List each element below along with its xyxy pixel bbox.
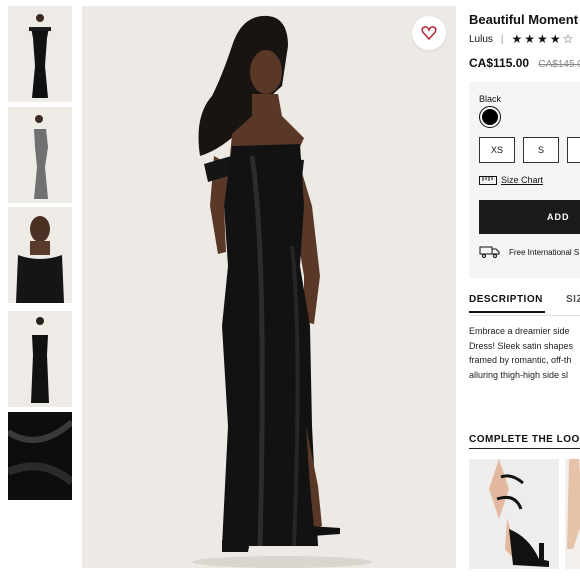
product-title: Beautiful Moment [469, 12, 579, 27]
size-button-xs[interactable]: XS [479, 137, 515, 163]
main-product-image [82, 6, 456, 568]
product-description: Embrace a dreamier side Dress! Sleek sat… [469, 324, 580, 382]
current-price: CA$115.00 [469, 56, 530, 70]
info-tabs: DESCRIPTION SIZ [469, 294, 580, 316]
thumbnail-image [8, 311, 72, 407]
description-line: framed by romantic, off-th [469, 355, 572, 365]
ruler-icon [479, 175, 497, 185]
thumbnail-back-view[interactable] [8, 311, 72, 407]
truck-icon [479, 246, 500, 258]
size-button-s[interactable]: S [523, 137, 559, 163]
size-chart-link[interactable]: Size Chart [479, 175, 543, 185]
brand-rating-row: Lulus | ★ ★ ★ ★ ☆ [469, 33, 573, 45]
recommended-product[interactable] [565, 459, 580, 569]
tab-description[interactable]: DESCRIPTION [469, 294, 545, 313]
tab-size[interactable]: SIZ [566, 294, 580, 305]
shipping-info: Free International S [479, 246, 579, 258]
wishlist-button[interactable] [412, 16, 446, 50]
thumbnail-image [8, 412, 72, 500]
size-chart-label: Size Chart [501, 175, 544, 185]
heart-icon [421, 26, 437, 41]
recommended-product-image [565, 459, 580, 569]
purchase-options-box: Black XS S Size Chart ADD Free Internati… [469, 82, 580, 278]
recommended-product[interactable] [469, 459, 559, 569]
add-to-bag-button[interactable]: ADD [479, 200, 580, 234]
brand-link[interactable]: Lulus [469, 34, 493, 45]
star-rating[interactable]: ★ ★ ★ ★ ☆ [512, 33, 574, 45]
thumbnail-front-view[interactable] [8, 6, 72, 102]
star-empty-icon: ☆ [562, 32, 574, 46]
size-button-m[interactable] [567, 137, 580, 163]
separator: | [500, 33, 504, 45]
description-line: Dress! Sleek satin shapes [469, 340, 574, 351]
description-line: Embrace a dreamier side [469, 326, 570, 336]
thumbnail-image [8, 107, 72, 203]
star-icon: ★ [511, 32, 523, 46]
color-swatch-black[interactable] [479, 106, 501, 128]
swatch-fill [482, 109, 498, 125]
thumbnail-fabric-detail[interactable] [8, 412, 72, 500]
star-icon: ★ [549, 32, 561, 46]
star-icon: ★ [537, 32, 548, 46]
thumbnail-image [8, 207, 72, 303]
price-row: CA$115.00 CA$145.0 [469, 56, 580, 70]
complete-the-look-heading: COMPLETE THE LOO [469, 434, 580, 449]
star-icon: ★ [524, 32, 536, 46]
thumbnail-side-view[interactable] [8, 107, 72, 203]
recommended-product-image [469, 459, 559, 569]
thumbnail-closeup[interactable] [8, 207, 72, 303]
original-price: CA$145.0 [538, 59, 580, 70]
description-line: alluring thigh-high side sl [469, 369, 569, 380]
color-label: Black [479, 94, 502, 104]
product-info-panel: Beautiful Moment Lulus | ★ ★ ★ ★ ☆ CA$11… [469, 0, 580, 580]
model-photo [82, 6, 456, 568]
shipping-label: Free International S [509, 247, 580, 257]
thumbnail-image [8, 6, 72, 102]
